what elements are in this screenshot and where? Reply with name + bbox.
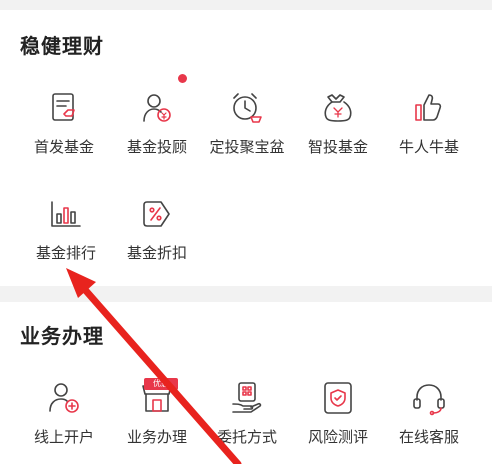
menu-item-label: 业务办理 (126, 428, 187, 446)
bar-chart-icon (48, 196, 84, 232)
menu-item-label: 委托方式 (216, 428, 277, 446)
menu-item-label: 牛人牛基 (398, 138, 459, 156)
notification-dot (178, 74, 187, 83)
menu-item-risk-assessment[interactable]: 风险测评 (290, 380, 386, 464)
menu-item-label: 在线客服 (398, 428, 459, 446)
menu-item-new-fund[interactable]: 首发基金 (16, 90, 112, 174)
section-title-business: 业务办理 (20, 324, 104, 348)
menu-item-fund-advisor[interactable]: 基金投顾 (109, 90, 205, 174)
menu-item-star-fund[interactable]: 牛人牛基 (381, 90, 477, 174)
menu-item-business[interactable]: 业务办理 (109, 380, 205, 464)
menu-item-label: 基金排行 (35, 244, 96, 262)
headset-icon (411, 380, 447, 416)
alarm-clock-icon (229, 90, 265, 126)
menu-item-delegation[interactable]: 委托方式 (199, 380, 295, 464)
menu-item-open-account[interactable]: 线上开户 (16, 380, 112, 464)
menu-item-fund-ranking[interactable]: 基金排行 (18, 196, 114, 280)
money-bag-icon (320, 90, 356, 126)
hand-card-icon (229, 380, 265, 416)
menu-item-label: 智投基金 (307, 138, 368, 156)
menu-item-auto-invest[interactable]: 定投聚宝盆 (199, 90, 295, 174)
discount-tag-icon (139, 196, 175, 232)
menu-item-label: 线上开户 (33, 428, 94, 446)
thumbs-up-icon (411, 90, 447, 126)
menu-item-smart-fund[interactable]: 智投基金 (290, 90, 386, 174)
menu-item-label: 基金折扣 (126, 244, 187, 262)
section-title-wealth: 稳健理财 (20, 34, 104, 58)
fund-document-icon (46, 90, 82, 126)
shield-check-icon (320, 380, 356, 416)
menu-item-label: 定投聚宝盆 (209, 138, 285, 156)
promo-badge: 优惠 (144, 378, 178, 390)
menu-item-customer-service[interactable]: 在线客服 (381, 380, 477, 464)
menu-item-label: 基金投顾 (126, 138, 187, 156)
menu-item-label: 首发基金 (33, 138, 94, 156)
advisor-person-icon (139, 90, 175, 126)
menu-item-fund-discount[interactable]: 基金折扣 (109, 196, 205, 280)
menu-item-label: 风险测评 (307, 428, 368, 446)
add-user-icon (46, 380, 82, 416)
